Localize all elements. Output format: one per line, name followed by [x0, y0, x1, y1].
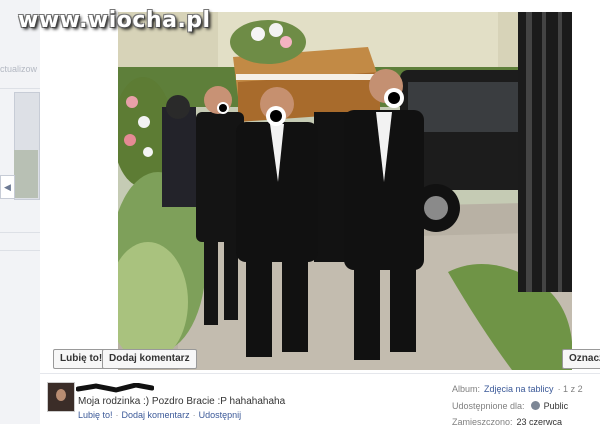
divider — [40, 373, 600, 374]
photo-scene — [118, 12, 572, 370]
share-link[interactable]: Udostępnij — [199, 410, 242, 420]
add-comment-button[interactable]: Dodaj komentarz — [102, 349, 197, 369]
sidebar-divider — [0, 88, 40, 89]
left-sidebar: ctualizow ◀ — [0, 0, 40, 424]
like-link[interactable]: Lubię to! — [78, 410, 113, 420]
privacy-value[interactable]: Public — [544, 401, 569, 411]
sidebar-divider — [0, 232, 40, 233]
redacted-name-scribble — [76, 383, 154, 393]
sidebar-thumbnail-image — [14, 150, 38, 198]
previous-arrow-icon[interactable]: ◀ — [0, 175, 15, 199]
sidebar-divider — [0, 250, 40, 251]
added-label: Zamieszczono: — [452, 417, 513, 427]
globe-icon — [530, 401, 540, 410]
album-label: Album: — [452, 384, 481, 394]
album-info: Album: Zdjęcia na tablicy · 1 z 2 — [452, 384, 583, 394]
shared-label: Udostępnione dla: — [452, 401, 525, 411]
added-date: 23 czerwca — [516, 417, 563, 427]
photo-viewer-image[interactable] — [118, 12, 572, 370]
tag-photo-button[interactable]: Oznacz — [562, 349, 600, 369]
album-link[interactable]: Zdjęcia na tablicy — [484, 384, 554, 394]
sidebar-label: ctualizow — [0, 64, 38, 74]
privacy-info: Udostępnione dla: Public — [452, 401, 568, 411]
date-info: Zamieszczono: 23 czerwca — [452, 417, 562, 427]
like-button[interactable]: Lubię to! — [53, 349, 110, 369]
site-watermark: www.wiocha.pl — [18, 8, 211, 33]
avatar[interactable] — [47, 382, 75, 412]
photo-pager: · 1 z 2 — [557, 384, 583, 394]
comment-link[interactable]: Dodaj komentarz — [122, 410, 190, 420]
photo-caption: Moja rodzinka :) Pozdro Bracie :P hahaha… — [78, 396, 286, 407]
avatar-face — [56, 389, 66, 401]
post-actions: Lubię to! · Dodaj komentarz · Udostępnij — [78, 410, 242, 420]
